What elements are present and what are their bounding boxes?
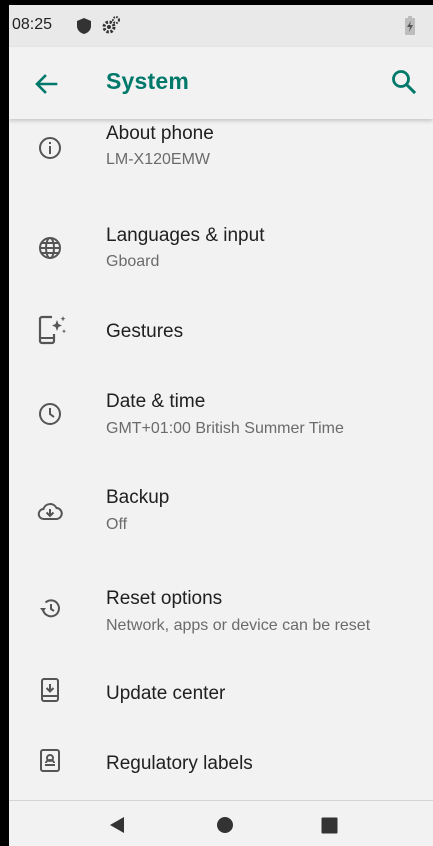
setting-subtitle: GMT+01:00 British Summer Time — [106, 420, 344, 437]
home-circle-icon — [217, 817, 233, 833]
shield-icon — [76, 17, 92, 40]
setting-about-phone[interactable]: About phone LM-X120EMW — [9, 119, 433, 207]
back-button[interactable] — [31, 69, 61, 99]
arrow-back-icon — [35, 74, 58, 94]
setting-subtitle: LM-X120EMW — [106, 151, 211, 168]
settings-gear-icon — [101, 15, 121, 40]
setting-update-center[interactable]: Update center — [9, 659, 433, 729]
status-time: 08:25 — [12, 16, 53, 33]
back-triangle-icon — [110, 817, 124, 833]
setting-title: Date & time — [106, 391, 206, 412]
search-button[interactable] — [389, 67, 419, 97]
setting-title: Languages & input — [106, 225, 265, 246]
setting-title: Reset options — [106, 588, 223, 609]
page-title: System — [106, 68, 190, 94]
setting-reset-options[interactable]: Reset options Network, apps or device ca… — [9, 563, 433, 659]
setting-regulatory-labels[interactable]: Regulatory labels — [9, 729, 433, 801]
system-update-icon — [37, 677, 63, 703]
recents-square-icon — [321, 817, 338, 834]
setting-subtitle: Gboard — [106, 253, 160, 270]
gestures-phone-icon — [37, 314, 66, 345]
history-reset-icon — [37, 595, 63, 621]
cloud-backup-icon — [37, 499, 63, 525]
status-bar: 08:25 — [9, 5, 433, 47]
setting-title: Regulatory labels — [106, 753, 253, 774]
nav-home-button[interactable] — [216, 816, 234, 839]
setting-backup[interactable]: Backup Off — [9, 463, 433, 563]
setting-title: Update center — [106, 683, 226, 704]
setting-date-time[interactable]: Date & time GMT+01:00 British Summer Tim… — [9, 367, 433, 463]
setting-subtitle: Network, apps or device can be reset — [106, 617, 371, 634]
setting-title: About phone — [106, 123, 214, 144]
globe-icon — [37, 235, 63, 261]
info-icon — [37, 135, 63, 161]
system-settings-screen: 08:25 System About phone LM-X120EMW Lang… — [9, 5, 433, 846]
clock-icon — [37, 401, 63, 427]
setting-gestures[interactable]: Gestures — [9, 295, 433, 367]
setting-subtitle: Off — [106, 516, 128, 533]
setting-title: Backup — [106, 487, 170, 508]
setting-languages-input[interactable]: Languages & input Gboard — [9, 207, 433, 295]
search-icon — [392, 70, 417, 95]
setting-title: Gestures — [106, 321, 184, 342]
regulatory-badge-icon — [37, 747, 63, 773]
app-bar: System — [9, 47, 433, 119]
battery-charging-icon — [404, 16, 416, 41]
navigation-bar — [9, 800, 433, 846]
nav-back-button[interactable] — [108, 816, 126, 839]
nav-recents-button[interactable] — [321, 817, 338, 839]
